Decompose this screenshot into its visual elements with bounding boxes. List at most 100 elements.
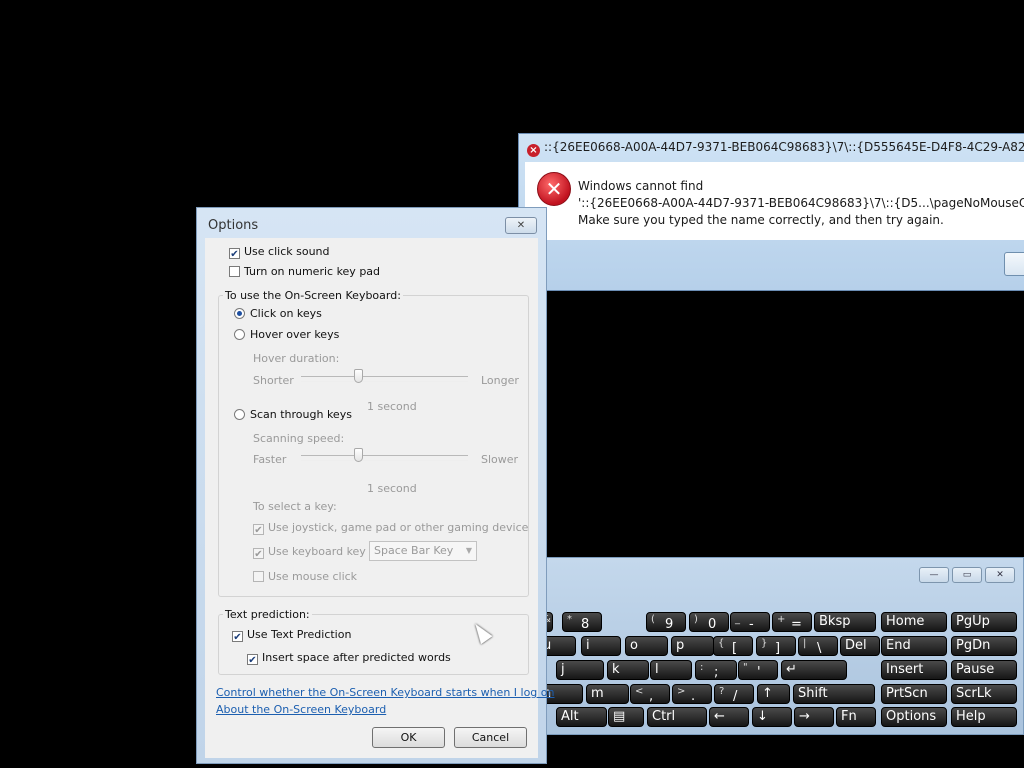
error-dialog: ×::{26EE0668-A00A-44D7-9371-BEB064C98683… [518, 133, 1024, 291]
checkbox-box[interactable]: ✔ [253, 548, 264, 560]
key-char[interactable]: ↑ [757, 684, 790, 704]
numeric-keypad-checkbox[interactable]: Turn on numeric key pad [229, 265, 380, 278]
key-pgup[interactable]: PgUp [951, 612, 1017, 632]
checkbox-box[interactable] [253, 571, 264, 582]
key-shift-label: ) [694, 614, 698, 625]
key-main-label: / [733, 689, 738, 704]
minimize-button[interactable]: — [919, 567, 949, 583]
key-help[interactable]: Help [951, 707, 1017, 727]
key-shift-label: " [743, 662, 748, 673]
key-char[interactable]: }] [756, 636, 796, 656]
ok-button[interactable]: OK [372, 727, 445, 748]
insert-space-checkbox[interactable]: ✔ Insert space after predicted words [247, 651, 451, 666]
use-text-prediction-checkbox[interactable]: ✔ Use Text Prediction [232, 628, 351, 643]
checkbox-box[interactable]: ✔ [229, 248, 240, 260]
hover-duration-slider[interactable] [301, 376, 468, 382]
on-screen-keyboard: — ▭ ✕ &7*8(9)0_-+=BkspHomePgUpuiop{[}]|\… [538, 557, 1024, 735]
key-main-label: \ [817, 641, 822, 656]
key-pause[interactable]: Pause [951, 660, 1017, 680]
key-char[interactable]: ← [709, 707, 749, 727]
key-char[interactable]: :; [695, 660, 737, 680]
key-char[interactable]: → [794, 707, 834, 727]
key-main-label: . [691, 689, 696, 704]
scan-through-keys-radio[interactable]: Scan through keys [234, 408, 352, 421]
key-scrlk[interactable]: ScrLk [951, 684, 1017, 704]
key-home[interactable]: Home [881, 612, 947, 632]
scanning-speed-slider[interactable] [301, 455, 468, 461]
key-char[interactable]: + = [772, 612, 812, 632]
radio-button[interactable] [234, 409, 245, 420]
use-click-sound-checkbox[interactable]: ✔ Use click sound [229, 245, 330, 260]
key-char[interactable]: _ - [730, 612, 770, 632]
key-char[interactable]: j [556, 660, 604, 680]
key-bksp[interactable]: Bksp [814, 612, 876, 632]
key-main-label: ' [757, 665, 761, 680]
checkbox-box[interactable]: ✔ [253, 524, 264, 536]
error-dialog-title: ×::{26EE0668-A00A-44D7-9371-BEB064C98683… [527, 140, 1024, 158]
restore-button[interactable]: ▭ [952, 567, 982, 583]
key-char[interactable]: p [671, 636, 714, 656]
hover-slider-thumb[interactable] [354, 369, 363, 383]
options-title: Options [208, 218, 259, 233]
key-char[interactable]: ↵ [781, 660, 847, 680]
checkbox-box[interactable]: ✔ [232, 631, 243, 643]
options-close-button[interactable]: ✕ [505, 217, 537, 234]
cancel-button[interactable]: Cancel [454, 727, 527, 748]
checkbox-box[interactable]: ✔ [247, 654, 258, 666]
close-button[interactable]: ✕ [985, 567, 1015, 583]
key-shift[interactable]: Shift [793, 684, 875, 704]
startup-link[interactable]: Control whether the On-Screen Keyboard s… [216, 686, 555, 699]
scanning-speed-label: Scanning speed: [253, 432, 345, 445]
key-char[interactable]: (9 [646, 612, 686, 632]
key-char[interactable]: | \ [798, 636, 838, 656]
scan-value-label: 1 second [367, 482, 417, 495]
key-insert[interactable]: Insert [881, 660, 947, 680]
key-pgdn[interactable]: PgDn [951, 636, 1017, 656]
hover-over-keys-radio[interactable]: Hover over keys [234, 328, 339, 341]
use-joystick-checkbox[interactable]: ✔ Use joystick, game pad or other gaming … [253, 521, 528, 536]
key-char[interactable]: " ' [738, 660, 778, 680]
key-fn[interactable]: Fn [836, 707, 876, 727]
key-end[interactable]: End [881, 636, 947, 656]
key-char[interactable]: ↓ [752, 707, 792, 727]
error-ok-button[interactable] [1004, 252, 1024, 276]
key-del[interactable]: Del [840, 636, 880, 656]
key-main-label: - [749, 617, 754, 632]
radio-button[interactable] [234, 329, 245, 340]
click-on-keys-radio[interactable]: Click on keys [234, 307, 322, 320]
key-shift-label: _ [735, 614, 740, 625]
key-char[interactable]: i [581, 636, 621, 656]
key-char[interactable]: {[ [713, 636, 753, 656]
key-char[interactable]: <, [630, 684, 670, 704]
key-char[interactable]: o [625, 636, 668, 656]
key-ctrl[interactable]: Ctrl [647, 707, 707, 727]
key-shift-label: ( [651, 614, 655, 625]
key-main-label: = [791, 617, 802, 632]
options-body: ✔ Use click sound Turn on numeric key pad… [205, 238, 555, 758]
key-prtscn[interactable]: PrtScn [881, 684, 947, 704]
key-options[interactable]: Options [881, 707, 947, 727]
key-char[interactable]: >. [672, 684, 712, 704]
keyboard-key-dropdown[interactable]: Space Bar Key ▼ [369, 541, 477, 561]
use-keyboard-key-checkbox[interactable]: ✔ Use keyboard key [253, 545, 366, 560]
use-mouse-click-checkbox[interactable]: Use mouse click [253, 570, 357, 583]
key-char[interactable]: * 8 [562, 612, 602, 632]
hover-duration-label: Hover duration: [253, 352, 340, 365]
chevron-down-icon: ▼ [465, 546, 472, 555]
key-char[interactable]: ) 0 [689, 612, 729, 632]
key-shift-label: { [718, 638, 725, 649]
key-char[interactable]: k [607, 660, 649, 680]
text-prediction-group-label: Text prediction: [223, 608, 312, 621]
key-main-label: 0 [708, 617, 717, 632]
key-char[interactable]: l [650, 660, 692, 680]
about-link[interactable]: About the On-Screen Keyboard [216, 703, 386, 716]
key-shift-label: > [677, 686, 686, 697]
key-alt[interactable]: Alt [556, 707, 607, 727]
key-char[interactable]: ▤ [608, 707, 644, 727]
radio-button[interactable] [234, 308, 245, 319]
key-char[interactable]: m [586, 684, 629, 704]
key-main-label: , [649, 689, 654, 704]
key-char[interactable]: ? / [714, 684, 754, 704]
checkbox-box[interactable] [229, 266, 240, 277]
scan-slider-thumb[interactable] [354, 448, 363, 462]
